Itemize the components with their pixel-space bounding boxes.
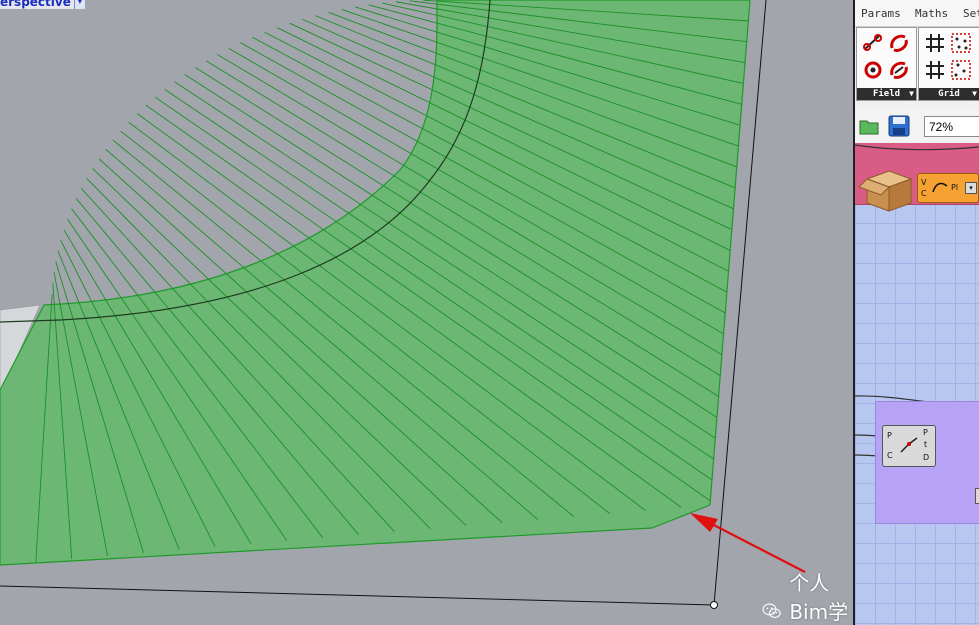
- orange-component[interactable]: V C Pl ▾: [917, 173, 979, 203]
- grid-group: Grid ▼: [918, 27, 979, 101]
- green-surface[interactable]: [0, 0, 751, 566]
- rect-grid-icon[interactable]: [924, 59, 946, 81]
- input-c[interactable]: C: [887, 451, 893, 460]
- field-point-icon[interactable]: [862, 59, 884, 81]
- tab-maths[interactable]: Maths: [915, 7, 948, 20]
- field-spin-icon[interactable]: [888, 32, 910, 54]
- grid-group-label[interactable]: Grid ▼: [919, 88, 979, 100]
- control-point[interactable]: [710, 601, 718, 609]
- watermark: 个人Bim学习: [762, 567, 853, 625]
- watermark-text: 个人Bim学习: [789, 571, 849, 624]
- orange-input-c[interactable]: C: [921, 189, 927, 198]
- zoom-level-field[interactable]: 72%: [924, 116, 979, 137]
- annotation-arrowhead: [690, 513, 718, 532]
- square-grid-icon[interactable]: [924, 32, 946, 54]
- curve-component-icon: [932, 182, 948, 193]
- pink-group[interactable]: V C Pl ▾: [855, 143, 979, 212]
- output-d[interactable]: D: [923, 453, 929, 462]
- dropdown-icon[interactable]: ▾: [965, 182, 977, 194]
- populate-icon[interactable]: [950, 59, 972, 81]
- output-p[interactable]: P: [923, 428, 928, 437]
- annotation-arrow: [705, 520, 806, 573]
- viewport-menu-caret[interactable]: ▾: [73, 0, 85, 9]
- wechat-icon: [762, 602, 781, 618]
- random-grid-icon[interactable]: [950, 32, 972, 54]
- orange-input-v[interactable]: V: [921, 178, 926, 187]
- field-group: Field ▼: [856, 27, 917, 101]
- grid-expand-icon[interactable]: ▼: [972, 88, 977, 100]
- save-file-icon[interactable]: [888, 115, 910, 137]
- output-t[interactable]: t: [924, 440, 927, 449]
- grasshopper-panel: Params Maths Set Field▼ Grid▼ 72%: [855, 0, 979, 625]
- tab-sets[interactable]: Set: [963, 7, 979, 20]
- field-expand-icon[interactable]: ▼: [909, 88, 914, 100]
- grasshopper-canvas[interactable]: V C Pl ▾ P C P t D: [855, 143, 979, 625]
- viewport-title[interactable]: erspective ▾: [0, 0, 85, 9]
- input-p[interactable]: P: [887, 431, 892, 440]
- purple-group[interactable]: P C P t D: [875, 401, 979, 524]
- tab-params[interactable]: Params: [861, 7, 901, 20]
- boundary-line-bottom: [0, 585, 715, 606]
- partial-component[interactable]: [975, 488, 979, 504]
- pink-wires: [855, 144, 979, 151]
- orange-output-pl[interactable]: Pl: [951, 183, 958, 192]
- open-file-icon[interactable]: [859, 116, 879, 136]
- field-line-icon[interactable]: [862, 32, 884, 54]
- rhino-viewport[interactable]: erspective▾ 个人Bim学习: [0, 0, 853, 625]
- closest-point-icon: [900, 437, 918, 453]
- field-merge-icon[interactable]: [888, 59, 910, 81]
- curve-closest-point-component[interactable]: P C P t D: [882, 425, 936, 467]
- box-icon[interactable]: [859, 165, 919, 215]
- field-group-label[interactable]: Field ▼: [857, 88, 916, 100]
- component-tabs: Params Maths Set: [855, 0, 979, 27]
- viewport-scene: [0, 0, 806, 609]
